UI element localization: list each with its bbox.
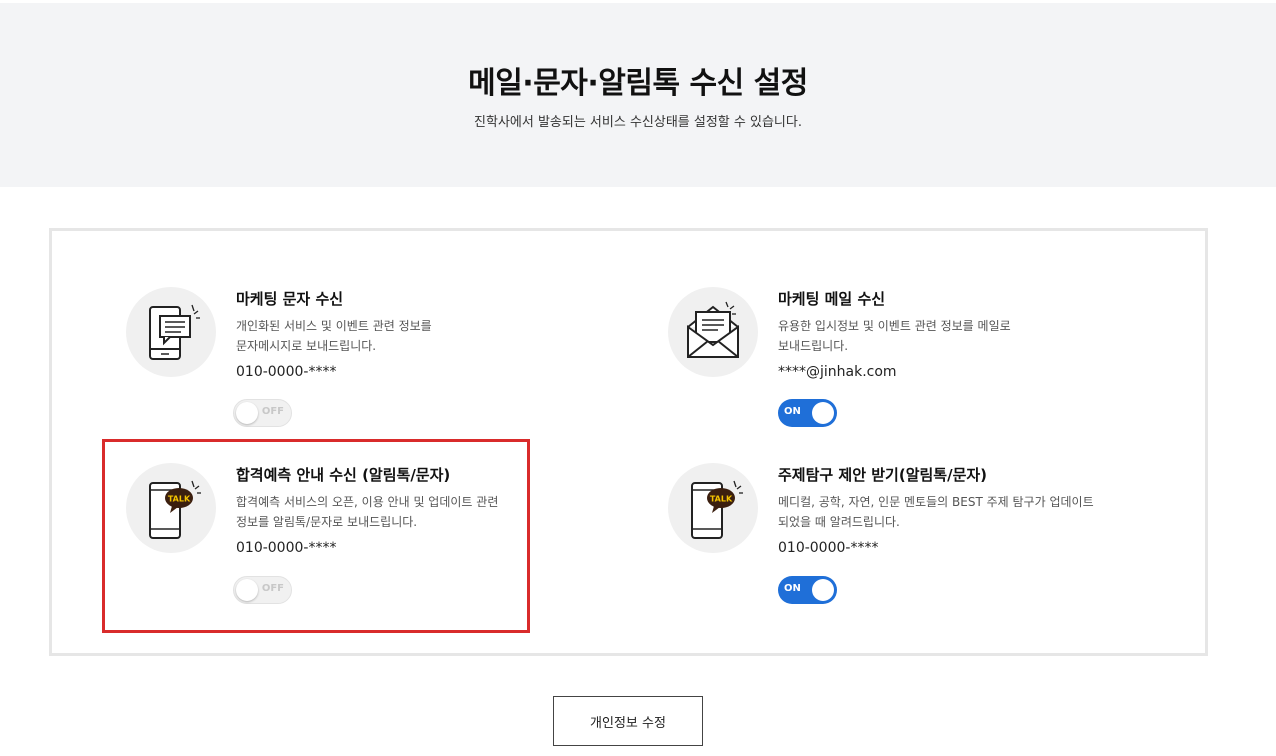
item-contact: ****@jinhak.com	[778, 364, 897, 380]
item-description: 메디컬, 공학, 자연, 인문 멘토들의 BEST 주제 탐구가 업데이트 되었…	[778, 495, 1094, 529]
item-title: 주제탐구 제안 받기(알림톡/문자)	[778, 466, 988, 484]
toggle-label: OFF	[261, 406, 284, 417]
toggle-knob	[236, 402, 258, 424]
page-subtitle: 진학사에서 발송되는 서비스 수신상태를 설정할 수 있습니다.	[474, 115, 802, 130]
page-title: 메일·문자·알림톡 수신 설정	[468, 66, 808, 101]
phone-message-icon	[126, 287, 216, 377]
phone-talk-icon: TALK	[668, 463, 758, 553]
item-description: 개인화된 서비스 및 이벤트 관련 정보를 문자메시지로 보내드립니다.	[236, 319, 432, 353]
marketing-email-toggle[interactable]: ON	[778, 399, 837, 427]
topic-research-toggle[interactable]: ON	[778, 576, 837, 604]
talk-badge-text: TALK	[710, 495, 733, 504]
toggle-knob	[812, 579, 834, 601]
item-description: 유용한 입시정보 및 이벤트 관련 정보를 메일로 보내드립니다.	[778, 319, 1011, 353]
highlight-box	[102, 439, 530, 633]
item-contact: 010-0000-****	[778, 540, 879, 556]
envelope-icon	[668, 287, 758, 377]
edit-profile-button[interactable]: 개인정보 수정	[553, 696, 703, 746]
toggle-label: ON	[784, 583, 801, 594]
toggle-label: ON	[784, 406, 801, 417]
item-title: 마케팅 메일 수신	[778, 290, 886, 308]
item-contact: 010-0000-****	[236, 364, 337, 380]
marketing-sms-toggle[interactable]: OFF	[233, 399, 292, 427]
toggle-knob	[812, 402, 834, 424]
item-title: 마케팅 문자 수신	[236, 290, 344, 308]
